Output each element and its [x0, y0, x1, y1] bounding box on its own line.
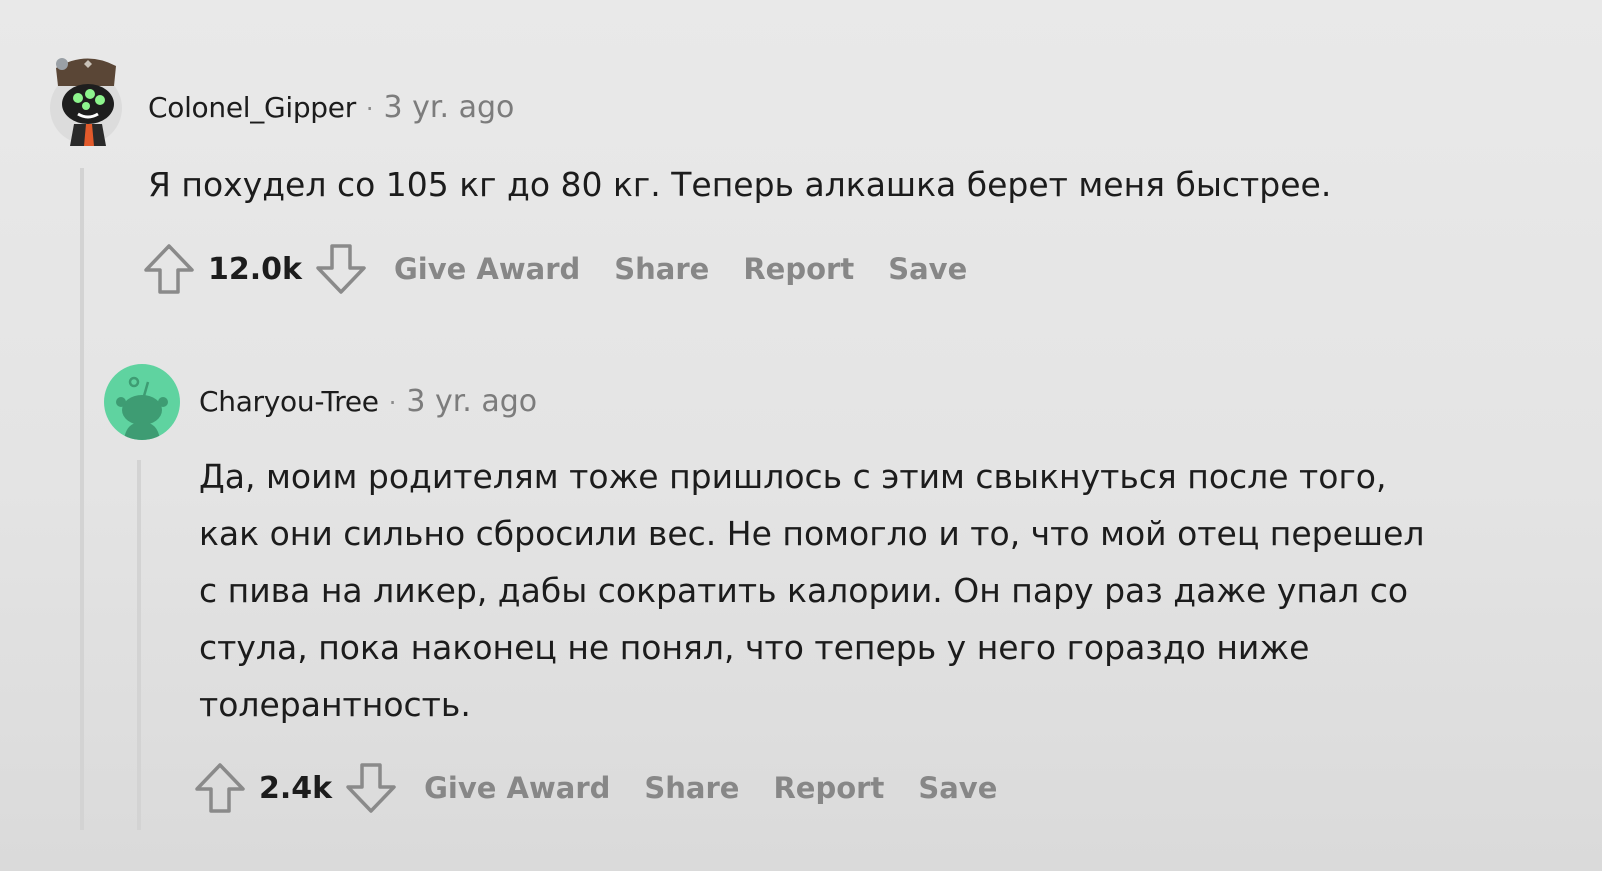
- save-button[interactable]: Save: [888, 252, 967, 286]
- user-avatar[interactable]: [104, 364, 180, 440]
- comment-body-line: как они сильно сбросили вес. Не помогло …: [199, 514, 1425, 553]
- comment-body: Да, моим родителям тоже пришлось с этим …: [199, 448, 1425, 733]
- comment-body-line: стула, пока наконец не понял, что теперь…: [199, 628, 1310, 667]
- snoo-avatar-icon: [50, 58, 122, 146]
- comment-body-line: с пива на ликер, дабы сократить калории.…: [199, 571, 1409, 610]
- comment-meta: Colonel_Gipper · 3 yr. ago: [148, 90, 514, 125]
- give-award-button[interactable]: Give Award: [424, 771, 610, 805]
- downvote-icon[interactable]: [344, 761, 398, 815]
- thread-line-level-2[interactable]: [137, 460, 141, 830]
- vote-score: 2.4k: [259, 770, 333, 806]
- username-link[interactable]: Colonel_Gipper: [148, 91, 356, 124]
- comment-actions: 2.4k Give Award Share Report Save: [193, 761, 997, 815]
- vote-score: 12.0k: [208, 251, 302, 287]
- meta-separator: ·: [388, 389, 397, 417]
- downvote-icon[interactable]: [314, 242, 368, 296]
- report-button[interactable]: Report: [743, 252, 854, 286]
- share-button[interactable]: Share: [644, 771, 739, 805]
- username-link[interactable]: Charyou-Tree: [199, 385, 379, 418]
- comment-timestamp[interactable]: 3 yr. ago: [406, 384, 537, 419]
- meta-separator: ·: [365, 95, 374, 123]
- comment-timestamp[interactable]: 3 yr. ago: [384, 90, 515, 125]
- comment-body-line: Да, моим родителям тоже пришлось с этим …: [199, 457, 1387, 496]
- user-avatar[interactable]: [48, 46, 124, 146]
- report-button[interactable]: Report: [773, 771, 884, 805]
- comment-body-line: толерантность.: [199, 685, 471, 724]
- upvote-icon[interactable]: [142, 242, 196, 296]
- comment-actions: 12.0k Give Award Share Report Save: [142, 242, 967, 296]
- give-award-button[interactable]: Give Award: [394, 252, 580, 286]
- default-snoo-icon: [116, 376, 168, 440]
- thread-line-level-1[interactable]: [80, 168, 84, 830]
- comment-body: Я похудел со 105 кг до 80 кг. Теперь алк…: [148, 165, 1332, 204]
- share-button[interactable]: Share: [614, 252, 709, 286]
- save-button[interactable]: Save: [918, 771, 997, 805]
- upvote-icon[interactable]: [193, 761, 247, 815]
- comment-meta: Charyou-Tree · 3 yr. ago: [199, 384, 537, 419]
